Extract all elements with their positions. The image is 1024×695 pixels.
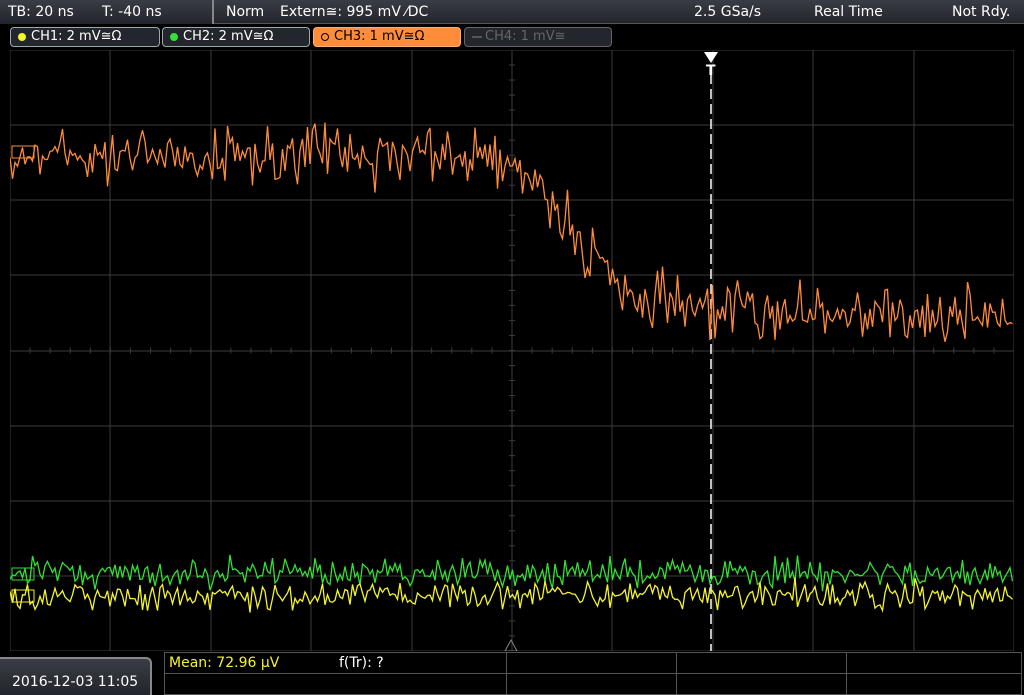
channel-1-tab[interactable]: CH1: 2 mV≅Ω: [10, 27, 160, 47]
channel-4-dot-icon: [472, 36, 482, 38]
trigger-marker-label: T: [706, 63, 716, 79]
channel-2-label: CH2: 2 mV≅Ω: [183, 29, 274, 44]
measurement-col-divider-1: [506, 653, 507, 694]
timebase-label[interactable]: TB: 20 ns: [8, 5, 74, 19]
channel-4-tab[interactable]: CH4: 1 mV≅: [464, 27, 612, 47]
sample-rate-label: 2.5 GSa/s: [694, 4, 762, 20]
channel-3-dot-icon: [321, 33, 329, 41]
trigger-marker-icon[interactable]: [704, 52, 718, 63]
channel-1-label: CH1: 2 mV≅Ω: [31, 29, 122, 44]
measurement-row-divider: [165, 673, 1021, 674]
channel-1-dot-icon: [18, 33, 26, 41]
channel-2-tab[interactable]: CH2: 2 mV≅Ω: [162, 27, 310, 47]
acquisition-mode-label: Real Time: [814, 4, 883, 20]
trigger-mode-label[interactable]: Norm: [226, 5, 264, 19]
channel-2-dot-icon: [170, 33, 178, 41]
channel-4-label: CH4: 1 mV≅: [485, 29, 566, 44]
measurement-table[interactable]: Mean: 72.96 µV f(Tr): ?: [164, 652, 1022, 695]
channel-3-label: CH3: 1 mV≅Ω: [334, 29, 425, 44]
measurement-col-divider-2: [676, 653, 677, 694]
channel-3-tab[interactable]: CH3: 1 mV≅Ω: [313, 27, 461, 47]
datetime-label: 2016-12-03 11:05: [12, 674, 139, 690]
measurement-rise-frequency[interactable]: f(Tr): ?: [339, 655, 384, 671]
status-label: Not Rdy.: [952, 4, 1011, 20]
measurement-col-divider-3: [846, 653, 847, 694]
measurement-mean[interactable]: Mean: 72.96 µV: [169, 655, 279, 671]
waveform-display[interactable]: [9, 49, 1015, 652]
trigger-time-label[interactable]: T: -40 ns: [102, 5, 162, 19]
trigger-source-label[interactable]: Extern≅: 995 mV ⁄DC: [280, 5, 428, 19]
waveform-svg: [9, 49, 1015, 652]
